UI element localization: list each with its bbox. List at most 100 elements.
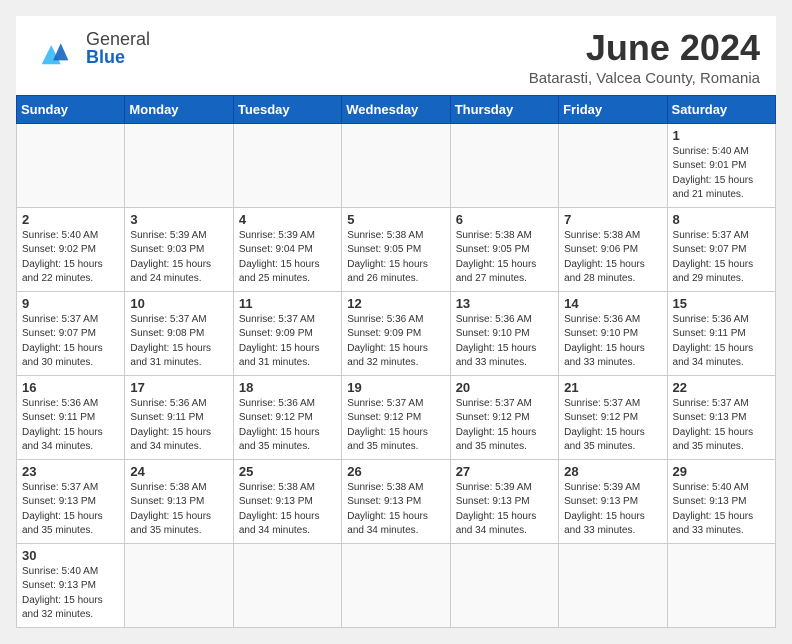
day-number: 23 [22,464,119,479]
day-info: Sunrise: 5:37 AM Sunset: 9:12 PM Dayligh… [564,397,661,455]
day-info: Sunrise: 5:37 AM Sunset: 9:12 PM Dayligh… [456,397,553,455]
day-number: 20 [456,380,553,395]
title-block: June 2024 Batarasti, Valcea County, Roma… [529,28,760,87]
day-cell: 7 Sunrise: 5:38 AM Sunset: 9:06 PM Daylig… [559,207,667,291]
day-cell [125,123,233,207]
week-row-5: 23 Sunrise: 5:37 AM Sunset: 9:13 PM Dayli… [17,459,776,543]
day-cell: 22Sunrise: 5:37 AM Sunset: 9:13 PM Dayli… [667,375,775,459]
day-cell: 16 Sunrise: 5:36 AM Sunset: 9:11 PM Dayli… [17,375,125,459]
day-info: Sunrise: 5:36 AM Sunset: 9:11 PM Dayligh… [22,397,119,455]
day-cell: 26Sunrise: 5:38 AM Sunset: 9:13 PM Dayli… [342,459,450,543]
day-cell: 23 Sunrise: 5:37 AM Sunset: 9:13 PM Dayli… [17,459,125,543]
day-cell: 9Sunrise: 5:37 AM Sunset: 9:07 PM Daylig… [17,291,125,375]
day-info: Sunrise: 5:39 AM Sunset: 9:13 PM Dayligh… [456,481,553,539]
day-number: 8 [673,212,770,227]
day-number: 16 [22,380,119,395]
day-cell [559,543,667,627]
day-cell: 24 Sunrise: 5:38 AM Sunset: 9:13 PM Dayli… [125,459,233,543]
day-info: Sunrise: 5:40 AM Sunset: 9:13 PM Dayligh… [22,565,119,623]
calendar-page: General Blue June 2024 Batarasti, Valcea… [16,16,776,628]
day-cell: 17 Sunrise: 5:36 AM Sunset: 9:11 PM Dayli… [125,375,233,459]
day-info: Sunrise: 5:38 AM Sunset: 9:13 PM Dayligh… [130,481,227,539]
location-title: Batarasti, Valcea County, Romania [529,70,760,87]
day-info: Sunrise: 5:36 AM Sunset: 9:10 PM Dayligh… [456,313,553,371]
day-info: Sunrise: 5:40 AM Sunset: 9:01 PM Dayligh… [673,145,770,203]
day-info: Sunrise: 5:37 AM Sunset: 9:13 PM Dayligh… [22,481,119,539]
logo-general-text: General [86,30,150,48]
day-info: Sunrise: 5:39 AM Sunset: 9:03 PM Dayligh… [130,229,227,287]
day-info: Sunrise: 5:38 AM Sunset: 9:06 PM Dayligh… [564,229,661,287]
day-number: 25 [239,464,336,479]
day-info: Sunrise: 5:36 AM Sunset: 9:11 PM Dayligh… [673,313,770,371]
day-info: Sunrise: 5:40 AM Sunset: 9:13 PM Dayligh… [673,481,770,539]
day-number: 13 [456,296,553,311]
day-info: Sunrise: 5:37 AM Sunset: 9:12 PM Dayligh… [347,397,444,455]
day-cell: 25 Sunrise: 5:38 AM Sunset: 9:13 PM Dayli… [233,459,341,543]
day-number: 7 [564,212,661,227]
day-cell: 27 Sunrise: 5:39 AM Sunset: 9:13 PM Dayli… [450,459,558,543]
month-title: June 2024 [529,28,760,68]
day-cell: 10Sunrise: 5:37 AM Sunset: 9:08 PM Dayli… [125,291,233,375]
day-cell: 30 Sunrise: 5:40 AM Sunset: 9:13 PM Dayli… [17,543,125,627]
day-cell: 18 Sunrise: 5:36 AM Sunset: 9:12 PM Dayli… [233,375,341,459]
day-cell [559,123,667,207]
day-number: 6 [456,212,553,227]
day-info: Sunrise: 5:37 AM Sunset: 9:07 PM Dayligh… [673,229,770,287]
week-row-6: 30 Sunrise: 5:40 AM Sunset: 9:13 PM Dayli… [17,543,776,627]
day-number: 19 [347,380,444,395]
day-number: 5 [347,212,444,227]
day-info: Sunrise: 5:38 AM Sunset: 9:05 PM Dayligh… [347,229,444,287]
day-cell [450,543,558,627]
day-cell: 29Sunrise: 5:40 AM Sunset: 9:13 PM Dayli… [667,459,775,543]
day-number: 14 [564,296,661,311]
logo-blue-text: Blue [86,48,150,66]
day-cell: 21Sunrise: 5:37 AM Sunset: 9:12 PM Dayli… [559,375,667,459]
day-number: 18 [239,380,336,395]
day-number: 30 [22,548,119,563]
day-cell: 19 Sunrise: 5:37 AM Sunset: 9:12 PM Dayli… [342,375,450,459]
day-cell [17,123,125,207]
day-cell: 15 Sunrise: 5:36 AM Sunset: 9:11 PM Dayli… [667,291,775,375]
day-cell [233,123,341,207]
day-number: 27 [456,464,553,479]
day-number: 3 [130,212,227,227]
day-cell [450,123,558,207]
page-header: General Blue June 2024 Batarasti, Valcea… [16,16,776,95]
day-cell: 20 Sunrise: 5:37 AM Sunset: 9:12 PM Dayli… [450,375,558,459]
day-cell [667,543,775,627]
day-cell: 6Sunrise: 5:38 AM Sunset: 9:05 PM Daylig… [450,207,558,291]
day-number: 26 [347,464,444,479]
week-row-2: 2Sunrise: 5:40 AM Sunset: 9:02 PM Daylig… [17,207,776,291]
col-sunday: Sunday [17,95,125,123]
col-saturday: Saturday [667,95,775,123]
day-info: Sunrise: 5:37 AM Sunset: 9:09 PM Dayligh… [239,313,336,371]
day-number: 17 [130,380,227,395]
day-cell [342,543,450,627]
day-number: 2 [22,212,119,227]
week-row-3: 9Sunrise: 5:37 AM Sunset: 9:07 PM Daylig… [17,291,776,375]
day-info: Sunrise: 5:38 AM Sunset: 9:13 PM Dayligh… [239,481,336,539]
day-cell: 8 Sunrise: 5:37 AM Sunset: 9:07 PM Daylig… [667,207,775,291]
day-number: 24 [130,464,227,479]
day-cell: 3 Sunrise: 5:39 AM Sunset: 9:03 PM Daylig… [125,207,233,291]
day-number: 9 [22,296,119,311]
day-cell: 11Sunrise: 5:37 AM Sunset: 9:09 PM Dayli… [233,291,341,375]
calendar-header-row: Sunday Monday Tuesday Wednesday Thursday… [17,95,776,123]
day-info: Sunrise: 5:36 AM Sunset: 9:11 PM Dayligh… [130,397,227,455]
logo-text: General Blue [86,30,150,66]
day-cell: 1Sunrise: 5:40 AM Sunset: 9:01 PM Daylig… [667,123,775,207]
day-info: Sunrise: 5:37 AM Sunset: 9:08 PM Dayligh… [130,313,227,371]
logo-icon [32,28,80,68]
day-cell [233,543,341,627]
day-info: Sunrise: 5:37 AM Sunset: 9:13 PM Dayligh… [673,397,770,455]
col-tuesday: Tuesday [233,95,341,123]
day-cell [342,123,450,207]
week-row-4: 16 Sunrise: 5:36 AM Sunset: 9:11 PM Dayli… [17,375,776,459]
col-monday: Monday [125,95,233,123]
logo: General Blue [32,28,150,68]
col-wednesday: Wednesday [342,95,450,123]
day-number: 15 [673,296,770,311]
day-info: Sunrise: 5:39 AM Sunset: 9:13 PM Dayligh… [564,481,661,539]
day-info: Sunrise: 5:36 AM Sunset: 9:12 PM Dayligh… [239,397,336,455]
day-number: 12 [347,296,444,311]
